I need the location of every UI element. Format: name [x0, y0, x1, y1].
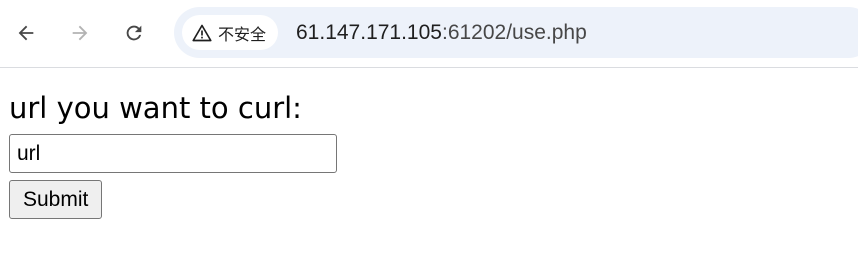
back-button[interactable] — [7, 14, 45, 52]
url-path: :61202/use.php — [441, 21, 587, 44]
forward-arrow-icon — [72, 25, 88, 41]
back-arrow-icon — [18, 25, 34, 41]
security-chip[interactable]: 不安全 — [182, 15, 279, 50]
forward-button[interactable] — [61, 14, 99, 52]
address-bar[interactable]: 不安全 61.147.171.105:61202/use.php — [174, 7, 858, 58]
url-text[interactable]: 61.147.171.105:61202/use.php — [296, 19, 587, 46]
reload-button[interactable] — [115, 14, 153, 52]
url-input[interactable] — [9, 134, 337, 173]
warning-triangle-icon — [192, 24, 212, 41]
page-content: url you want to curl: Submit — [9, 86, 337, 219]
submit-button[interactable]: Submit — [9, 180, 103, 219]
curl-prompt-label: url you want to curl: — [9, 91, 302, 125]
security-label: 不安全 — [218, 24, 267, 44]
browser-toolbar: 不安全 61.147.171.105:61202/use.php — [0, 0, 858, 68]
reload-icon — [126, 25, 142, 41]
url-host: 61.147.171.105 — [296, 21, 442, 44]
